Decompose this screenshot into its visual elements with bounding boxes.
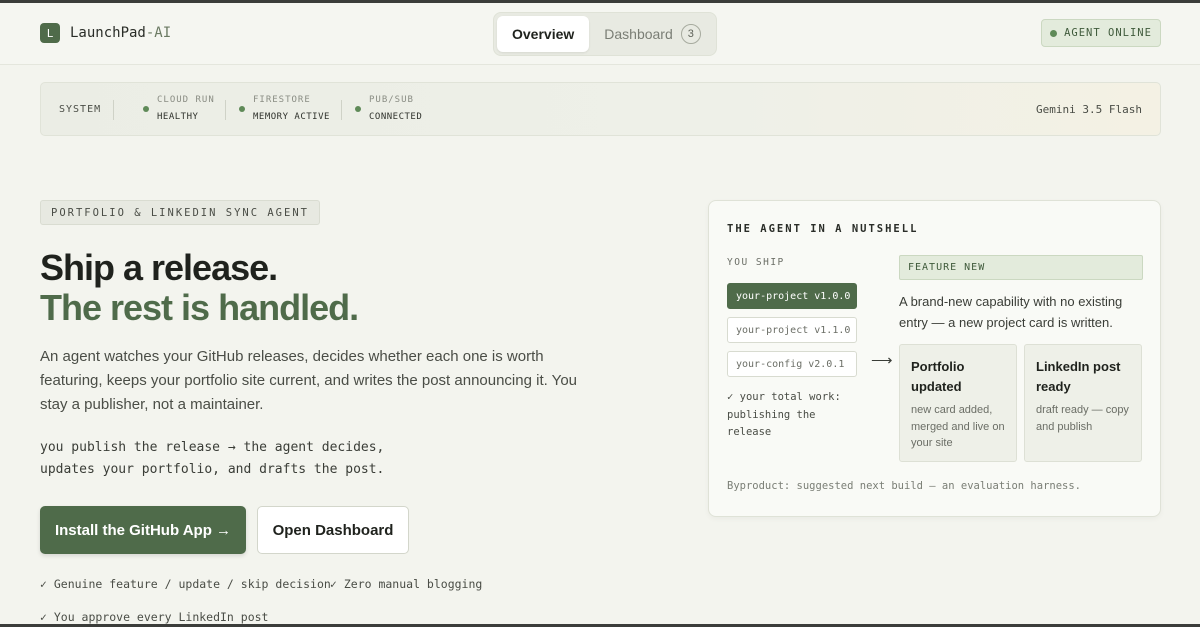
result-description: draft ready — copy and publish	[1036, 404, 1129, 433]
tab-dashboard-label: Dashboard	[604, 26, 673, 42]
arrow-right-icon: ⟶	[871, 352, 893, 369]
nutshell-card: THE AGENT IN A NUTSHELL YOU SHIP your-pr…	[708, 200, 1161, 517]
divider	[113, 100, 114, 120]
agent-status-badge: AGENT ONLINE	[1041, 19, 1161, 47]
result-title: Portfolio updated	[911, 359, 965, 394]
card-title: THE AGENT IN A NUTSHELL	[727, 223, 919, 235]
tab-overview[interactable]: Overview	[497, 16, 590, 52]
divider	[341, 100, 342, 120]
total-work-note: ✓ your total work: publishing the releas…	[727, 391, 841, 438]
verdict-badge: FEATURE NEW	[899, 255, 1143, 280]
result-card-portfolio: Portfolio updated new card added, merged…	[899, 344, 1017, 462]
you-ship-label: YOU SHIP	[727, 257, 785, 268]
result-title: LinkedIn post ready	[1036, 359, 1121, 394]
system-item-name: CLOUD RUN	[157, 95, 215, 105]
flow-line-2: updates your portfolio, and drafts the p…	[40, 462, 385, 477]
brand-mark-icon: L	[40, 23, 60, 43]
system-item-value: MEMORY ACTIVE	[253, 112, 330, 122]
status-dot-icon	[143, 106, 149, 112]
open-dashboard-button[interactable]: Open Dashboard	[257, 506, 409, 554]
app-header: L LaunchPad-AI Overview Dashboard 3 AGEN…	[0, 3, 1200, 65]
view-tabs: Overview Dashboard 3	[493, 12, 717, 56]
tab-dashboard[interactable]: Dashboard 3	[589, 16, 716, 52]
byproduct-note: Byproduct: suggested next build — an eva…	[727, 480, 1082, 492]
status-dot-icon	[355, 106, 361, 112]
hero-description: An agent watches your GitHub releases, d…	[40, 348, 577, 413]
flow-line-1: you publish the release → the agent deci…	[40, 440, 385, 455]
system-status-bar: SYSTEM CLOUD RUN HEALTHY FIRESTORE MEMOR…	[40, 82, 1161, 136]
release-item[interactable]: your-project v1.0.0	[727, 283, 857, 309]
brand-name: LaunchPad-AI	[70, 25, 172, 41]
page-title: Ship a release. The rest is handled.	[40, 247, 359, 328]
hero-flow-summary: you publish the release → the agent deci…	[40, 437, 600, 481]
verdict-description: A brand-new capability with no existing …	[899, 294, 1123, 330]
install-github-app-button[interactable]: Install the GitHub App →	[40, 506, 246, 554]
system-item-name: FIRESTORE	[253, 95, 311, 105]
result-card-linkedin: LinkedIn post ready draft ready — copy a…	[1024, 344, 1142, 462]
headline-line-1: Ship a release.	[40, 247, 278, 288]
checklist-item: ✓ Genuine feature / update / skip decisi…	[40, 577, 331, 591]
divider	[225, 100, 226, 120]
hero-eyebrow-tag: PORTFOLIO & LINKEDIN SYNC AGENT	[40, 200, 320, 225]
status-dot-icon	[1050, 29, 1058, 37]
status-dot-icon	[239, 106, 245, 112]
checklist-item: ✓ You approve every LinkedIn post	[40, 610, 269, 624]
agent-status-label: AGENT ONLINE	[1064, 27, 1152, 39]
system-label: SYSTEM	[59, 104, 102, 115]
model-name: Gemini 3.5 Flash	[1036, 103, 1142, 116]
tab-dashboard-count-badge: 3	[680, 24, 701, 44]
headline-line-2: The rest is handled.	[40, 287, 359, 328]
result-description: new card added, merged and live on your …	[911, 404, 1005, 449]
system-item-name: PUB/SUB	[369, 95, 414, 105]
checklist-item: ✓ Zero manual blogging	[330, 577, 483, 591]
release-item[interactable]: your-config v2.0.1	[727, 351, 857, 377]
system-item-value: CONNECTED	[369, 112, 423, 122]
system-item-value: HEALTHY	[157, 112, 199, 122]
brand-logo[interactable]: L LaunchPad-AI	[40, 23, 171, 43]
release-item[interactable]: your-project v1.1.0	[727, 317, 857, 343]
tab-overview-label: Overview	[512, 26, 575, 42]
